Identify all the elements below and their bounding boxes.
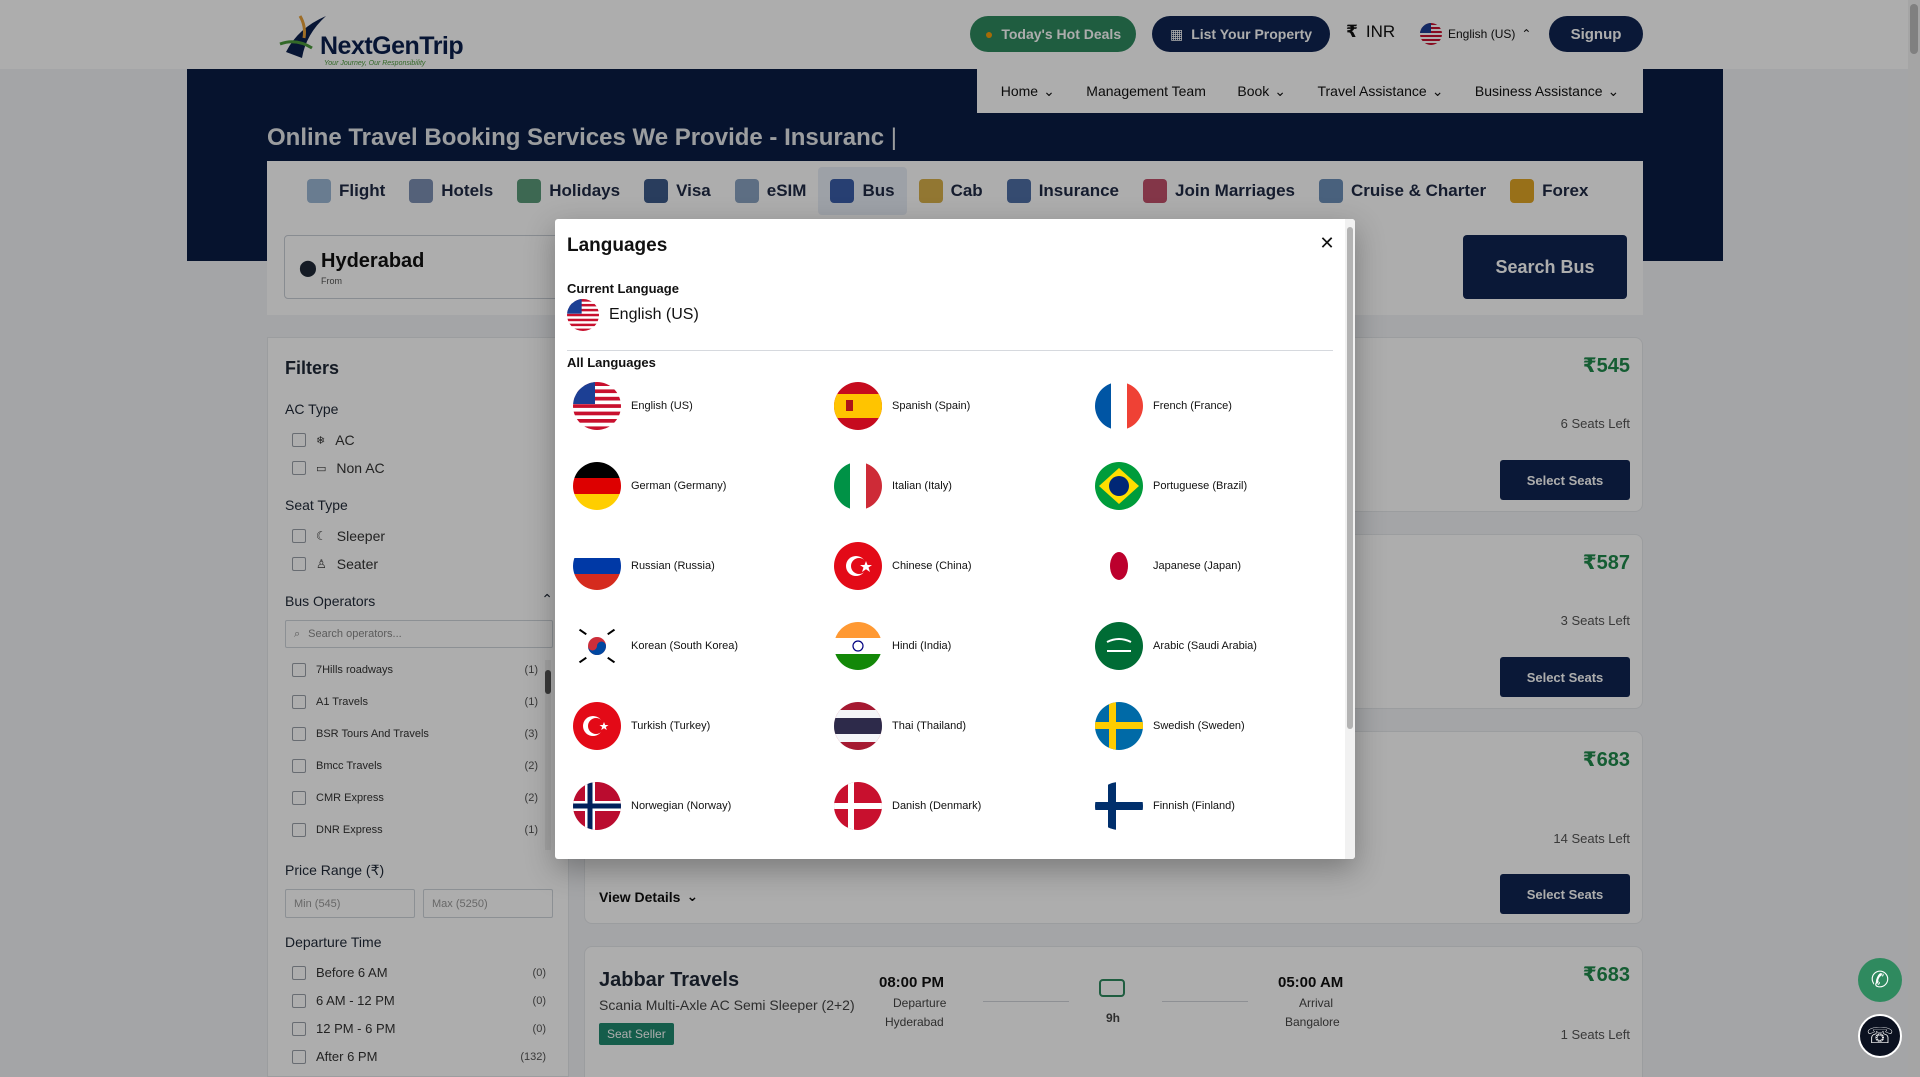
divider xyxy=(567,350,1333,351)
language-option-arabic[interactable]: Arabic (Saudi Arabia) xyxy=(1095,619,1345,673)
us-flag-icon xyxy=(573,382,621,430)
language-option-german[interactable]: German (Germany) xyxy=(573,459,823,513)
language-option-thai[interactable]: Thai (Thailand) xyxy=(834,699,1084,753)
language-option-norwegian[interactable]: Norwegian (Norway) xyxy=(573,779,823,833)
current-language-label: Current Language xyxy=(567,281,679,296)
modal-title: Languages xyxy=(567,235,668,256)
language-option-chinese[interactable]: Chinese (China) xyxy=(834,539,1084,593)
russia-flag-icon xyxy=(573,542,621,590)
italy-flag-icon xyxy=(834,462,882,510)
norway-flag-icon xyxy=(573,782,621,830)
india-flag-icon xyxy=(834,622,882,670)
whatsapp-button[interactable]: ✆ xyxy=(1858,958,1902,1002)
phone-icon: ☏ xyxy=(1866,1023,1894,1048)
japan-flag-icon xyxy=(1095,542,1143,590)
denmark-flag-icon xyxy=(834,782,882,830)
language-option-spanish[interactable]: Spanish (Spain) xyxy=(834,379,1084,433)
south-korea-flag-icon xyxy=(573,622,621,670)
turkey-flag-icon xyxy=(573,702,621,750)
current-language: English (US) xyxy=(567,299,699,331)
language-option-japanese[interactable]: Japanese (Japan) xyxy=(1095,539,1345,593)
close-icon[interactable]: ✕ xyxy=(1317,233,1337,253)
language-option-french[interactable]: French (France) xyxy=(1095,379,1345,433)
language-option-turkish[interactable]: Turkish (Turkey) xyxy=(573,699,823,753)
call-button[interactable]: ☏ xyxy=(1858,1014,1902,1058)
all-languages-label: All Languages xyxy=(567,355,656,370)
china-flag-icon xyxy=(834,542,882,590)
finland-flag-icon xyxy=(1095,782,1143,830)
language-option-portuguese[interactable]: Portuguese (Brazil) xyxy=(1095,459,1345,513)
language-option-finnish[interactable]: Finnish (Finland) xyxy=(1095,779,1345,833)
language-option-korean[interactable]: Korean (South Korea) xyxy=(573,619,823,673)
languages-modal: Languages ✕ Current Language English (US… xyxy=(555,219,1355,859)
us-flag-icon xyxy=(567,299,599,331)
language-option-swedish[interactable]: Swedish (Sweden) xyxy=(1095,699,1345,753)
thailand-flag-icon xyxy=(834,702,882,750)
language-option-english[interactable]: English (US) xyxy=(573,379,823,433)
spain-flag-icon xyxy=(834,382,882,430)
whatsapp-icon: ✆ xyxy=(1870,967,1890,992)
language-option-hindi[interactable]: Hindi (India) xyxy=(834,619,1084,673)
france-flag-icon xyxy=(1095,382,1143,430)
brazil-flag-icon xyxy=(1095,462,1143,510)
sweden-flag-icon xyxy=(1095,702,1143,750)
modal-scrollbar-thumb[interactable] xyxy=(1347,227,1353,729)
germany-flag-icon xyxy=(573,462,621,510)
language-option-russian[interactable]: Russian (Russia) xyxy=(573,539,823,593)
saudi-arabia-flag-icon xyxy=(1095,622,1143,670)
language-option-danish[interactable]: Danish (Denmark) xyxy=(834,779,1084,833)
language-option-italian[interactable]: Italian (Italy) xyxy=(834,459,1084,513)
